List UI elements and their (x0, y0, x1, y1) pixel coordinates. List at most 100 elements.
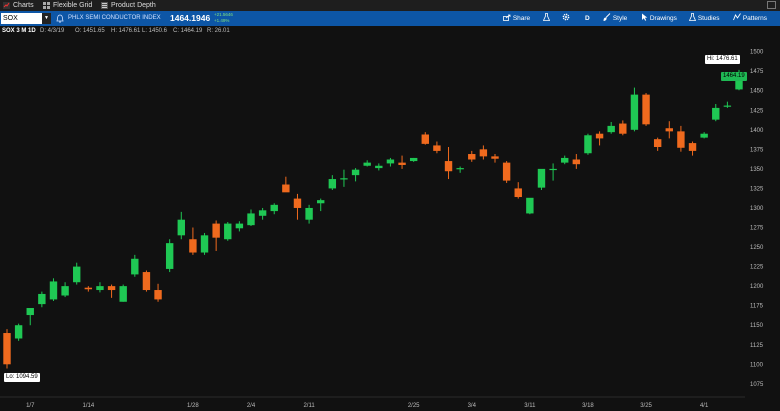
change-percent: +1.49% (214, 18, 230, 23)
flask-button[interactable] (542, 11, 551, 26)
candle-body[interactable] (537, 168, 546, 188)
brush-icon (603, 13, 611, 21)
candle-body[interactable] (154, 290, 162, 300)
drawings-button[interactable]: Drawings (641, 11, 677, 26)
candle-body[interactable] (444, 161, 453, 172)
candle-body[interactable] (375, 165, 383, 169)
date-tick-label: 2/4 (247, 403, 256, 409)
candlestick-chart[interactable]: 1075 1100 1125 1150 1175 1200 1225 1250 1275 1300… (0, 36, 780, 411)
candle-body[interactable] (584, 135, 592, 154)
candle-body[interactable] (514, 188, 522, 198)
candle-body[interactable] (49, 281, 58, 300)
chart-title: SOX 3 M 1D (2, 28, 36, 34)
candle-body[interactable] (73, 266, 81, 283)
candle-body[interactable] (456, 168, 464, 170)
symbol-dropdown-icon[interactable]: ▼ (42, 13, 51, 24)
candle-body[interactable] (421, 134, 429, 144)
grid-icon (43, 2, 50, 9)
symbol-input[interactable]: SOX ▼ (1, 13, 51, 24)
symbol-value: SOX (3, 15, 18, 22)
candle-body[interactable] (665, 128, 673, 132)
candle-body[interactable] (561, 157, 569, 163)
candle-body[interactable] (212, 223, 220, 238)
candle-body[interactable] (630, 94, 639, 130)
candle-body[interactable] (607, 125, 615, 133)
candle-body[interactable] (142, 272, 151, 291)
candle-body[interactable] (340, 178, 348, 180)
style-button[interactable]: Style (603, 11, 627, 26)
candle-body[interactable] (84, 287, 93, 290)
price-tick-label: 1075 (750, 382, 764, 388)
price-tick-label: 1100 (750, 362, 764, 368)
candle-body[interactable] (700, 133, 708, 138)
candle-body[interactable] (282, 184, 290, 193)
candle-body[interactable] (328, 179, 337, 189)
candle-body[interactable] (107, 286, 116, 291)
candle-body[interactable] (14, 325, 23, 339)
candle-body[interactable] (235, 223, 244, 229)
patterns-button[interactable]: Patterns (733, 11, 767, 26)
candle-body[interactable] (363, 162, 371, 166)
tab-flexible-grid[interactable]: Flexible Grid (42, 0, 92, 11)
candle-body[interactable] (712, 107, 720, 120)
candle-body[interactable] (305, 207, 313, 220)
price-change: +21.5646 +1.49% (214, 12, 233, 24)
candle-body[interactable] (189, 239, 197, 253)
price-tick-label: 1425 (750, 108, 764, 114)
candle-body[interactable] (688, 143, 697, 151)
candle-body[interactable] (526, 197, 534, 214)
candle-body[interactable] (38, 293, 46, 305)
candle-body[interactable] (653, 139, 662, 147)
candle-body[interactable] (224, 223, 232, 240)
chart-info-bar: SOX 3 M 1D D: 4/3/19 O: 1451.65 H: 1476.… (0, 26, 780, 36)
candle-body[interactable] (293, 198, 302, 208)
candle-body[interactable] (3, 333, 11, 365)
candle-body[interactable] (131, 258, 139, 275)
bell-icon[interactable] (56, 14, 64, 23)
candle-body[interactable] (468, 154, 476, 160)
candle-body[interactable] (258, 210, 267, 216)
candle-body[interactable] (26, 308, 34, 316)
candle-body[interactable] (165, 243, 174, 269)
period-button[interactable]: D (585, 11, 590, 26)
price-tick-label: 1450 (750, 89, 764, 95)
candle-body[interactable] (351, 169, 360, 176)
maximize-window-button[interactable] (767, 1, 776, 9)
candle-body[interactable] (96, 286, 104, 291)
candle-body[interactable] (247, 213, 255, 226)
candle-body[interactable] (270, 204, 278, 212)
candle-body[interactable] (317, 200, 325, 204)
candle-body[interactable] (177, 219, 185, 236)
studies-label: Studies (697, 15, 720, 22)
date-tick-label: 1/28 (187, 403, 199, 409)
studies-button[interactable]: Studies (688, 11, 720, 26)
candle-body[interactable] (433, 145, 441, 151)
candle-body[interactable] (677, 131, 685, 148)
candle-body[interactable] (409, 157, 418, 162)
settings-button[interactable] (562, 11, 570, 26)
date-tick-label: 1/7 (26, 403, 35, 409)
candle-body[interactable] (723, 105, 732, 107)
tab-charts[interactable]: Charts (2, 0, 34, 11)
candle-body[interactable] (549, 168, 557, 171)
candle-body[interactable] (119, 286, 127, 302)
candle-body[interactable] (398, 162, 406, 165)
date-tick-label: 4/1 (700, 403, 709, 409)
tab-bar: Charts Flexible Grid Product Depth (0, 0, 780, 11)
cursor-icon (642, 13, 648, 21)
candle-body[interactable] (595, 133, 604, 139)
candle-body[interactable] (386, 159, 395, 164)
candle-body[interactable] (491, 156, 499, 159)
candle-body[interactable] (642, 94, 650, 125)
tab-product-depth[interactable]: Product Depth (100, 0, 156, 11)
candle-body[interactable] (502, 162, 511, 181)
share-button[interactable]: Share (503, 11, 530, 26)
candle-body[interactable] (572, 159, 581, 165)
candle-body[interactable] (61, 286, 69, 296)
candle-body[interactable] (735, 79, 743, 90)
candle-body[interactable] (619, 123, 627, 134)
candle-body[interactable] (200, 235, 209, 253)
chart-background (0, 36, 780, 411)
date-tick-label: 1/14 (82, 403, 94, 409)
candle-body[interactable] (479, 149, 488, 157)
